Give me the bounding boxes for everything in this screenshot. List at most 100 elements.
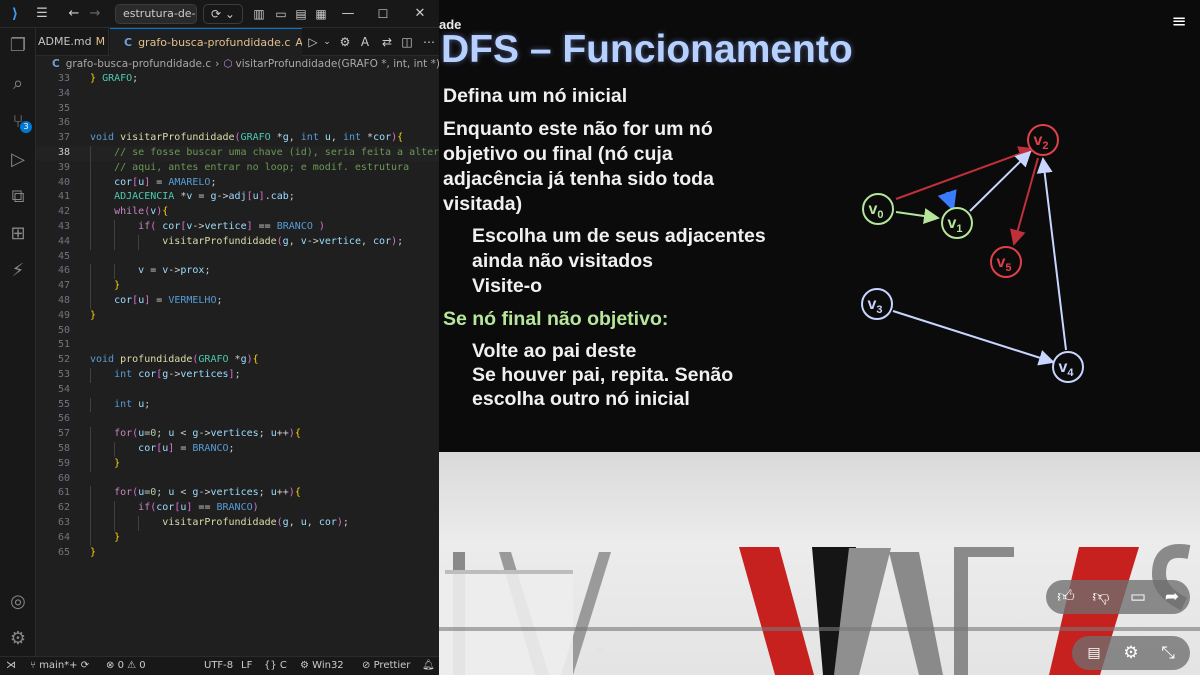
code-line[interactable]: 54 — [36, 383, 439, 398]
code-line[interactable]: 52 void profundidade(GRAFO *g){ — [36, 353, 439, 368]
line-number: 61 — [57, 487, 70, 499]
captions-icon[interactable]: ▤ — [1076, 636, 1112, 670]
queue-list-icon[interactable]: ≡ — [1167, 11, 1191, 33]
code-line[interactable]: 57 for(u=0; u < g->vertices; u++){ — [36, 427, 439, 442]
copilot-button[interactable]: ⟳ ⌄ — [203, 4, 243, 24]
code-line[interactable]: 46 v = v->prox; — [36, 264, 439, 280]
thumbs-up-icon[interactable]: 👍︎ — [1048, 580, 1084, 614]
more-actions-icon[interactable]: ⋯ — [420, 32, 438, 52]
code-line[interactable]: 40 cor[u] = AMARELO; — [36, 175, 439, 191]
code-line[interactable]: 38 // se fosse buscar uma chave (id), se… — [36, 145, 439, 161]
forward-arrow-icon[interactable]: → — [87, 4, 103, 24]
code-line[interactable]: 64 } — [36, 530, 439, 546]
tab-grafo-busca-profundidade[interactable]: Cgrafo-busca-profundidade.c A — [110, 28, 302, 56]
maximize-button[interactable]: ☐ — [375, 4, 391, 24]
code-line[interactable]: 62 if(cor[u] == BRANCO) — [36, 501, 439, 516]
layout-secondary-icon[interactable]: ▤ — [293, 4, 309, 24]
split-editor-icon[interactable]: ◫ — [398, 32, 416, 52]
share-icon[interactable]: ➦ — [1154, 580, 1190, 614]
minimize-button[interactable]: — — [340, 4, 356, 24]
run-dropdown-icon[interactable]: ⌄ — [318, 32, 336, 52]
search-icon[interactable]: ⌕ — [4, 70, 32, 98]
edge-pointer — [937, 189, 957, 212]
language-item[interactable]: {} C — [264, 657, 287, 675]
platform-item[interactable]: ⚙ Win32 — [300, 657, 344, 675]
code-line[interactable]: 65} — [36, 546, 439, 561]
code-line[interactable]: 59 } — [36, 456, 439, 472]
code-line[interactable]: 53 int cor[g->vertices]; — [36, 367, 439, 383]
code-line[interactable]: 60 — [36, 472, 439, 487]
code-line[interactable]: 45 — [36, 250, 439, 265]
line-number: 40 — [57, 176, 70, 188]
thumbs-down-icon[interactable]: 👎︎ — [1083, 580, 1119, 614]
thunder-icon[interactable]: ⚡ — [4, 257, 32, 285]
breadcrumb-file[interactable]: grafo-busca-profundidade.c — [66, 58, 211, 70]
line-number: 64 — [57, 531, 70, 543]
eol-item[interactable]: LF — [241, 657, 252, 675]
extensions-icon[interactable]: ⊞ — [4, 220, 32, 248]
code-line[interactable]: 44 visitarProfundidade(g, v->vertice, co… — [36, 234, 439, 250]
branch-name: main*+ — [39, 660, 78, 671]
tab-readme[interactable]: ADME.md M — [36, 28, 109, 56]
settings-icon[interactable]: ⚙ — [336, 32, 354, 52]
error-icon: ⊗ — [106, 660, 115, 671]
video-progress-bar[interactable] — [439, 627, 1200, 631]
back-arrow-icon[interactable]: ← — [66, 4, 82, 24]
code-line[interactable]: 42 while(v){ — [36, 205, 439, 220]
command-center-search[interactable]: estrutura-de-dado — [115, 4, 197, 24]
code-line[interactable]: 56 — [36, 412, 439, 427]
code-line[interactable]: 55 int u; — [36, 397, 439, 413]
comment-icon[interactable]: ▭ — [1120, 580, 1156, 614]
code-text: // aqui, antes entrar no loop; e modif. … — [114, 161, 410, 173]
code-line[interactable]: 35 — [36, 102, 439, 117]
settings-gear-icon[interactable]: ⚙ — [4, 625, 32, 653]
code-editor[interactable]: 33} GRAFO; 34 35 36 37 void visitarProfundida… — [36, 72, 439, 656]
run-debug-icon[interactable]: ▷ — [4, 146, 32, 174]
prettier-item[interactable]: ⊘ Prettier — [362, 657, 410, 675]
account-icon[interactable]: ◎ — [4, 588, 32, 616]
code-line[interactable]: 34 — [36, 87, 439, 102]
source-control-badge: 3 — [20, 121, 32, 133]
copilot-edit-icon[interactable]: A — [356, 32, 374, 52]
warning-count: 0 — [139, 660, 146, 671]
customize-layout-icon[interactable]: ▦ — [313, 4, 329, 24]
remote-explorer-icon[interactable]: ⧉ — [4, 183, 32, 211]
code-text: } — [114, 457, 121, 469]
line-number: 45 — [57, 250, 70, 262]
code-line[interactable]: 58 cor[u] = BRANCO; — [36, 441, 439, 457]
problems-item[interactable]: ⊗ 0 ⚠ 0 — [106, 657, 146, 675]
gear-icon[interactable]: ⚙ — [1113, 636, 1149, 670]
code-line[interactable]: 43 if( cor[v->vertice] == BRANCO ) — [36, 219, 439, 235]
graph-node-v2: v2 — [1027, 124, 1059, 156]
code-line[interactable]: 51 — [36, 338, 439, 353]
code-line[interactable]: 36 — [36, 116, 439, 131]
notifications-bell-icon[interactable]: 🔔︎ — [422, 657, 435, 675]
explorer-icon[interactable]: ❐ — [4, 32, 32, 60]
code-line[interactable]: 47 } — [36, 279, 439, 294]
code-line[interactable]: 49} — [36, 309, 439, 324]
layout-sidebar-icon[interactable]: ▥ — [251, 4, 267, 24]
code-line[interactable]: 33} GRAFO; — [36, 72, 439, 87]
chevron-up-icon[interactable]: ⌃ — [584, 640, 616, 668]
branch-item[interactable]: ⑂ main*+ ⟳ — [30, 657, 89, 675]
menu-icon[interactable]: ☰ — [33, 4, 51, 24]
collapse-icon[interactable]: ⤡ — [1150, 636, 1186, 670]
code-line[interactable]: 48 cor[u] = VERMELHO; — [36, 293, 439, 309]
remote-icon[interactable]: ⋊ — [6, 657, 16, 675]
engagement-pill: 👍︎ 👎︎ ▭ ➦ — [1046, 580, 1190, 614]
close-button[interactable]: ✕ — [412, 4, 428, 24]
compare-icon[interactable]: ⇄ — [378, 32, 396, 52]
code-line[interactable]: 41 ADJACENCIA *v = g->adj[u].cab; — [36, 190, 439, 206]
video-player[interactable]: ade DFS – Funcionamento Defina um nó ini… — [439, 0, 1200, 675]
encoding-item[interactable]: UTF-8 — [204, 657, 233, 675]
line-number: 41 — [57, 191, 70, 203]
line-number: 63 — [57, 516, 70, 528]
code-line[interactable]: 63 visitarProfundidade(g, u, cor); — [36, 515, 439, 531]
code-line[interactable]: 50 — [36, 324, 439, 339]
code-line[interactable]: 37 void visitarProfundidade(GRAFO *g, int… — [36, 131, 439, 146]
code-line[interactable]: 39 // aqui, antes entrar no loop; e modi… — [36, 160, 439, 176]
code-line[interactable]: 61 for(u=0; u < g->vertices; u++){ — [36, 486, 439, 502]
graph-node-v0: v0 — [862, 193, 894, 225]
layout-panel-icon[interactable]: ▭ — [273, 4, 289, 24]
breadcrumb-symbol[interactable]: visitarProfundidade(GRAFO *, int, int *) — [236, 58, 440, 70]
